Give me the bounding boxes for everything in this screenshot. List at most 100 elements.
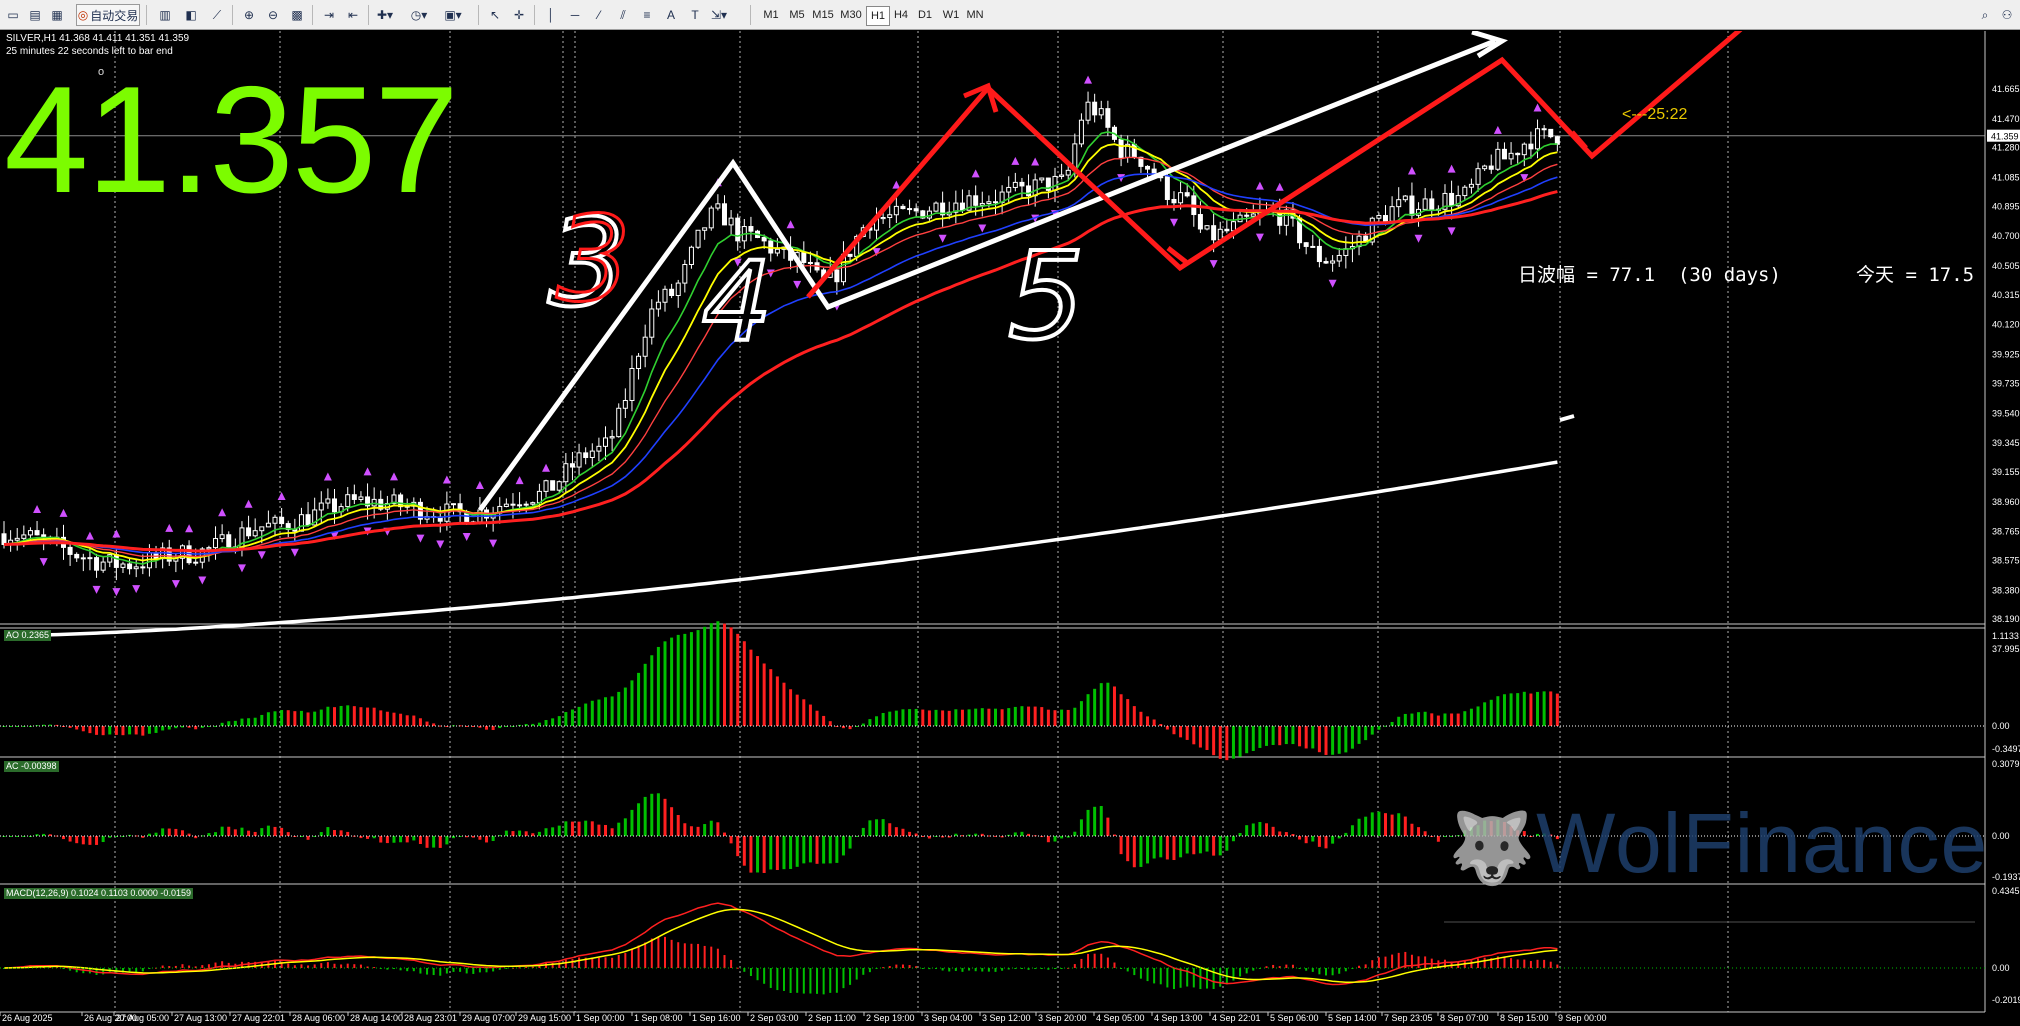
separator <box>478 5 479 25</box>
chart-shift-icon[interactable]: ⇤ <box>342 4 364 26</box>
candle-body <box>550 480 556 491</box>
macd-histogram-bar <box>782 968 785 991</box>
ao-bar <box>564 712 568 726</box>
macd-histogram-bar <box>1338 968 1341 974</box>
macd-histogram-bar <box>617 954 620 968</box>
auto-trading-label: 自动交易 <box>90 8 139 23</box>
timeframe-h4[interactable]: H4 <box>890 6 912 24</box>
candle-body <box>979 202 985 206</box>
ao-bar <box>319 709 323 726</box>
ac-bar <box>1126 836 1130 862</box>
macd-histogram-bar <box>1510 958 1513 968</box>
ac-bar <box>511 831 515 836</box>
candle-body <box>503 503 509 507</box>
macd-histogram-bar <box>1040 968 1043 969</box>
candle-body <box>1323 261 1329 264</box>
crosshair-icon[interactable]: ✛ <box>508 4 530 26</box>
fibonacci-icon[interactable]: ≡ <box>636 4 658 26</box>
candle-body <box>801 252 807 263</box>
macd-histogram-bar <box>1232 968 1235 981</box>
tile-windows-icon[interactable]: ▩ <box>286 4 308 26</box>
text-label-icon[interactable]: T <box>684 4 706 26</box>
candle-body <box>305 514 311 526</box>
ao-bar <box>1370 726 1374 735</box>
timeframe-w1[interactable]: W1 <box>940 6 962 24</box>
wave-label-5: 5 <box>1008 228 1084 367</box>
macd-signal-line <box>3 908 1558 984</box>
trendline-icon[interactable]: ⁄ <box>588 4 610 26</box>
ac-bar <box>425 836 429 848</box>
new-chart-icon[interactable]: ▭ <box>2 4 24 26</box>
ac-bar <box>875 819 879 836</box>
candle-body <box>1105 108 1111 128</box>
profiles-icon[interactable]: ▤ <box>24 4 46 26</box>
community-icon[interactable]: ⚇ <box>1996 4 2018 26</box>
ac-bar <box>544 828 548 836</box>
line-chart-icon[interactable]: ⟋ <box>206 4 228 26</box>
macd-main-line <box>3 902 1558 986</box>
fractal-down-marker <box>39 558 48 567</box>
timeframe-m30[interactable]: M30 <box>838 6 864 24</box>
indicators-icon[interactable]: ✚▾ <box>374 4 396 26</box>
bar-timer: <---25:22 <box>1622 106 1688 123</box>
bar-chart-icon[interactable]: ▥ <box>154 4 176 26</box>
timeframe-m15[interactable]: M15 <box>810 6 836 24</box>
candle-body <box>807 261 813 264</box>
zoom-out-icon[interactable]: ⊖ <box>262 4 284 26</box>
ao-bar <box>557 716 561 726</box>
ac-bar <box>537 831 541 836</box>
timeframe-mn[interactable]: MN <box>964 6 986 24</box>
candle-body <box>279 516 285 525</box>
timeframe-d1[interactable]: D1 <box>914 6 936 24</box>
auto-scroll-icon[interactable]: ⇥ <box>318 4 340 26</box>
candle-body <box>1396 199 1402 208</box>
horizontal-line-icon[interactable]: ─ <box>564 4 586 26</box>
timeframe-h1[interactable]: H1 <box>866 6 890 26</box>
candle-body <box>887 214 893 219</box>
candle-body <box>715 203 721 209</box>
zoom-in-icon[interactable]: ⊕ <box>238 4 260 26</box>
fractal-up-marker <box>1011 156 1020 165</box>
candle-body <box>351 494 357 500</box>
templates-icon[interactable]: ▣▾ <box>442 4 464 26</box>
ao-bar <box>1079 701 1083 726</box>
ao-bar <box>729 627 733 726</box>
ac-bar <box>273 826 277 836</box>
ao-label: AO 0.2365 <box>4 630 52 641</box>
ao-bar <box>247 718 251 726</box>
channel-icon[interactable]: ⫽ <box>612 4 634 26</box>
search-icon[interactable]: ⌕ <box>1974 4 1996 26</box>
ao-bar <box>253 717 257 726</box>
time-label: 2 Sep 11:00 <box>808 1013 856 1023</box>
ao-bar <box>1020 706 1024 726</box>
candlestick-icon[interactable]: ◧ <box>180 4 202 26</box>
time-label: 27 Aug 22:01 <box>232 1013 285 1023</box>
arrows-icon[interactable]: ⇲▾ <box>708 4 730 26</box>
periods-icon[interactable]: ◷▾ <box>408 4 430 26</box>
ao-bar <box>1476 706 1480 726</box>
ao-bar <box>570 709 574 726</box>
auto-trading-button[interactable]: ◎ 自动交易 <box>76 4 140 26</box>
cursor-icon[interactable]: ↖ <box>484 4 506 26</box>
ac-bar <box>604 824 608 836</box>
candle-body <box>1085 101 1091 121</box>
timeframe-m5[interactable]: M5 <box>786 6 808 24</box>
text-icon[interactable]: A <box>660 4 682 26</box>
ao-bar <box>1555 693 1559 726</box>
ac-bar <box>491 836 495 841</box>
ac-bar <box>901 828 905 836</box>
ac-bar <box>1185 836 1189 854</box>
macd-histogram-bar <box>300 964 303 968</box>
macd-histogram-bar <box>736 967 739 969</box>
macd-histogram-bar <box>1503 957 1506 968</box>
ac-bar <box>167 828 171 836</box>
ao-bar <box>81 726 85 732</box>
market-watch-icon[interactable]: ▦ <box>46 4 68 26</box>
macd-histogram-bar <box>1199 968 1202 990</box>
time-label: 3 Sep 20:00 <box>1038 1013 1087 1023</box>
timeframe-m1[interactable]: M1 <box>760 6 782 24</box>
candle-body <box>14 537 20 541</box>
vertical-line-icon[interactable]: │ <box>540 4 562 26</box>
ac-bar <box>95 836 99 845</box>
today-range-label: 今天 = 17.5 <box>1856 264 1975 286</box>
